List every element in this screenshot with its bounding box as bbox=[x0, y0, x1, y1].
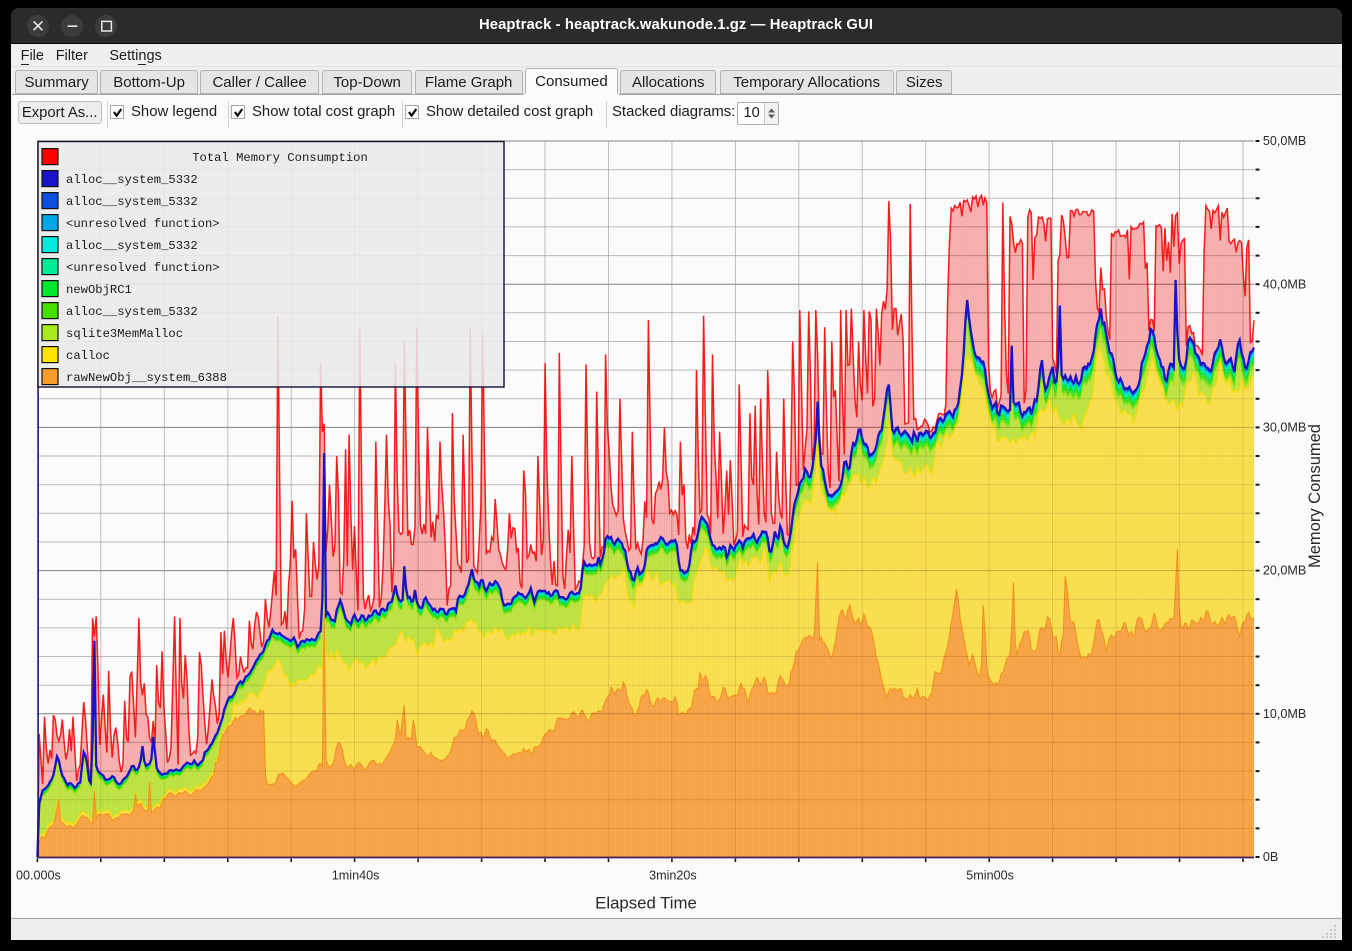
svg-text:30,0MB: 30,0MB bbox=[1263, 421, 1306, 435]
svg-text:alloc__system_5332: alloc__system_5332 bbox=[66, 195, 198, 209]
svg-text:1min40s: 1min40s bbox=[332, 868, 380, 882]
svg-text:0B: 0B bbox=[1263, 850, 1278, 864]
svg-text:40,0MB: 40,0MB bbox=[1263, 277, 1306, 291]
svg-text:<unresolved function>: <unresolved function> bbox=[66, 217, 220, 231]
svg-text:Elapsed Time: Elapsed Time bbox=[595, 893, 697, 912]
svg-text:50,0MB: 50,0MB bbox=[1263, 134, 1306, 148]
svg-text:calloc: calloc bbox=[66, 349, 110, 363]
svg-text:5min00s: 5min00s bbox=[966, 868, 1014, 882]
svg-text:sqlite3MemMalloc: sqlite3MemMalloc bbox=[66, 327, 183, 341]
svg-text:rawNewObj__system_6388: rawNewObj__system_6388 bbox=[66, 371, 227, 385]
svg-text:<unresolved function>: <unresolved function> bbox=[66, 261, 220, 275]
svg-text:3min20s: 3min20s bbox=[649, 868, 697, 882]
svg-text:Memory Consumed: Memory Consumed bbox=[1306, 424, 1324, 568]
svg-text:00.000s: 00.000s bbox=[16, 868, 61, 882]
svg-text:alloc__system_5332: alloc__system_5332 bbox=[66, 173, 198, 187]
svg-text:20,0MB: 20,0MB bbox=[1263, 564, 1306, 578]
svg-text:newObjRC1: newObjRC1 bbox=[66, 283, 132, 297]
svg-text:alloc__system_5332: alloc__system_5332 bbox=[66, 239, 198, 253]
svg-text:Total Memory Consumption: Total Memory Consumption bbox=[192, 151, 368, 165]
svg-text:10,0MB: 10,0MB bbox=[1263, 707, 1306, 721]
svg-text:alloc__system_5332: alloc__system_5332 bbox=[66, 305, 198, 319]
